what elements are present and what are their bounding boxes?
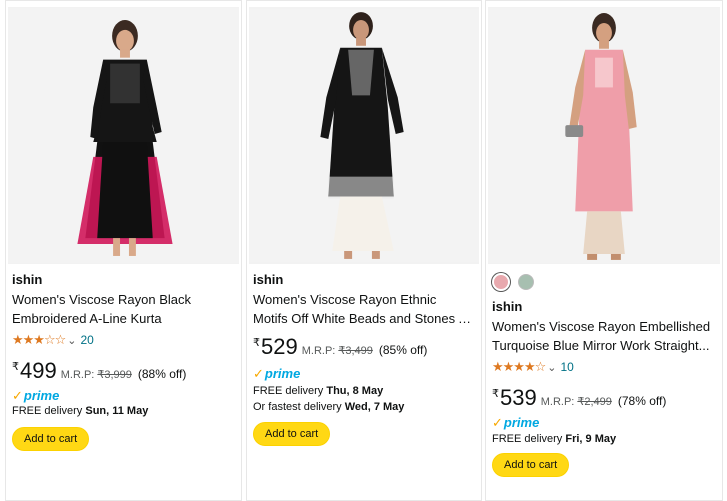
price-value: 539	[500, 385, 537, 410]
rating-stars[interactable]: ★★★★☆	[492, 359, 546, 375]
delivery-date: Thu, 8 May	[326, 385, 384, 397]
discount-percent: (78% off)	[617, 394, 667, 408]
price-row: ₹ 539 M.R.P: ₹2,499 (78% off)	[492, 385, 666, 411]
currency-symbol: ₹	[253, 337, 260, 349]
prime-badge: ✓prime	[492, 415, 539, 431]
price-row: ₹ 499 M.R.P: ₹3,999 (88% off)	[12, 358, 186, 384]
product-image[interactable]	[249, 7, 479, 264]
color-swatch-sage[interactable]	[518, 274, 534, 290]
product-title-link[interactable]: Women's Viscose Rayon Ethnic Motifs Off …	[253, 290, 473, 328]
delivery-prefix: FREE delivery	[492, 433, 566, 445]
prime-badge: ✓prime	[253, 366, 300, 382]
product-title-link[interactable]: Women's Viscose Rayon Embellished Turquo…	[492, 317, 714, 355]
currency-symbol: ₹	[492, 388, 499, 400]
check-icon: ✓	[492, 415, 503, 430]
mrp-value: ₹2,499	[577, 396, 612, 408]
rating-count-link[interactable]: 20	[81, 333, 94, 347]
product-brand: ishin	[253, 272, 284, 287]
delivery-prefix: FREE delivery	[253, 385, 327, 397]
rating-row[interactable]: ★★★☆☆ ⌄ 20	[12, 332, 94, 348]
rating-count-link[interactable]: 10	[561, 360, 574, 374]
product-image[interactable]	[8, 7, 239, 264]
product-title-link[interactable]: Women's Viscose Rayon Black Embroidered …	[12, 290, 233, 328]
currency-symbol: ₹	[12, 361, 19, 373]
model-pink-kurta-image	[488, 8, 720, 263]
price-value: 529	[261, 334, 298, 359]
model-black-kurta-image	[8, 8, 239, 263]
prime-label: prime	[503, 415, 540, 430]
rating-row[interactable]: ★★★★☆ ⌄ 10	[492, 359, 574, 375]
fastest-date: Wed, 7 May	[344, 401, 405, 413]
prime-label: prime	[264, 366, 301, 381]
delivery-date: Fri, 9 May	[565, 433, 617, 445]
discount-percent: (88% off)	[137, 367, 187, 381]
rating-stars[interactable]: ★★★☆☆	[12, 332, 66, 348]
check-icon: ✓	[12, 388, 23, 403]
product-image[interactable]	[488, 7, 720, 264]
color-swatches	[492, 273, 534, 291]
mrp-label: M.R.P:	[60, 369, 95, 381]
mrp-label: M.R.P:	[301, 345, 336, 357]
mrp-value: ₹3,499	[338, 345, 373, 357]
fastest-prefix: Or fastest delivery	[253, 401, 345, 413]
product-brand: ishin	[492, 299, 523, 314]
add-to-cart-button[interactable]: Add to cart	[12, 427, 90, 451]
model-black-ethnic-kurta-image	[249, 8, 479, 263]
check-icon: ✓	[253, 366, 264, 381]
delivery-info: FREE delivery Thu, 8 May	[253, 385, 383, 397]
add-to-cart-button[interactable]: Add to cart	[492, 453, 570, 477]
mrp-label: M.R.P:	[540, 396, 575, 408]
mrp-value: ₹3,999	[97, 369, 132, 381]
delivery-info: FREE delivery Fri, 9 May	[492, 433, 616, 445]
delivery-info: FREE delivery Sun, 11 May	[12, 405, 148, 417]
prime-badge: ✓prime	[12, 388, 59, 404]
product-brand: ishin	[12, 272, 43, 287]
delivery-date: Sun, 11 May	[85, 405, 149, 417]
prime-label: prime	[23, 388, 60, 403]
product-card[interactable]: ishin Women's Viscose Rayon Embellished …	[485, 0, 723, 501]
product-card[interactable]: ishin Women's Viscose Rayon Ethnic Motif…	[246, 0, 482, 501]
price-value: 499	[20, 358, 57, 383]
price-row: ₹ 529 M.R.P: ₹3,499 (85% off)	[253, 334, 427, 360]
product-card[interactable]: ishin Women's Viscose Rayon Black Embroi…	[5, 0, 242, 501]
delivery-prefix: FREE delivery	[12, 405, 86, 417]
color-swatch-pink[interactable]	[492, 273, 510, 291]
discount-percent: (85% off)	[378, 343, 428, 357]
chevron-down-icon[interactable]: ⌄	[547, 361, 556, 374]
add-to-cart-button[interactable]: Add to cart	[253, 422, 331, 446]
fastest-delivery-info: Or fastest delivery Wed, 7 May	[253, 401, 404, 413]
chevron-down-icon[interactable]: ⌄	[67, 334, 76, 347]
